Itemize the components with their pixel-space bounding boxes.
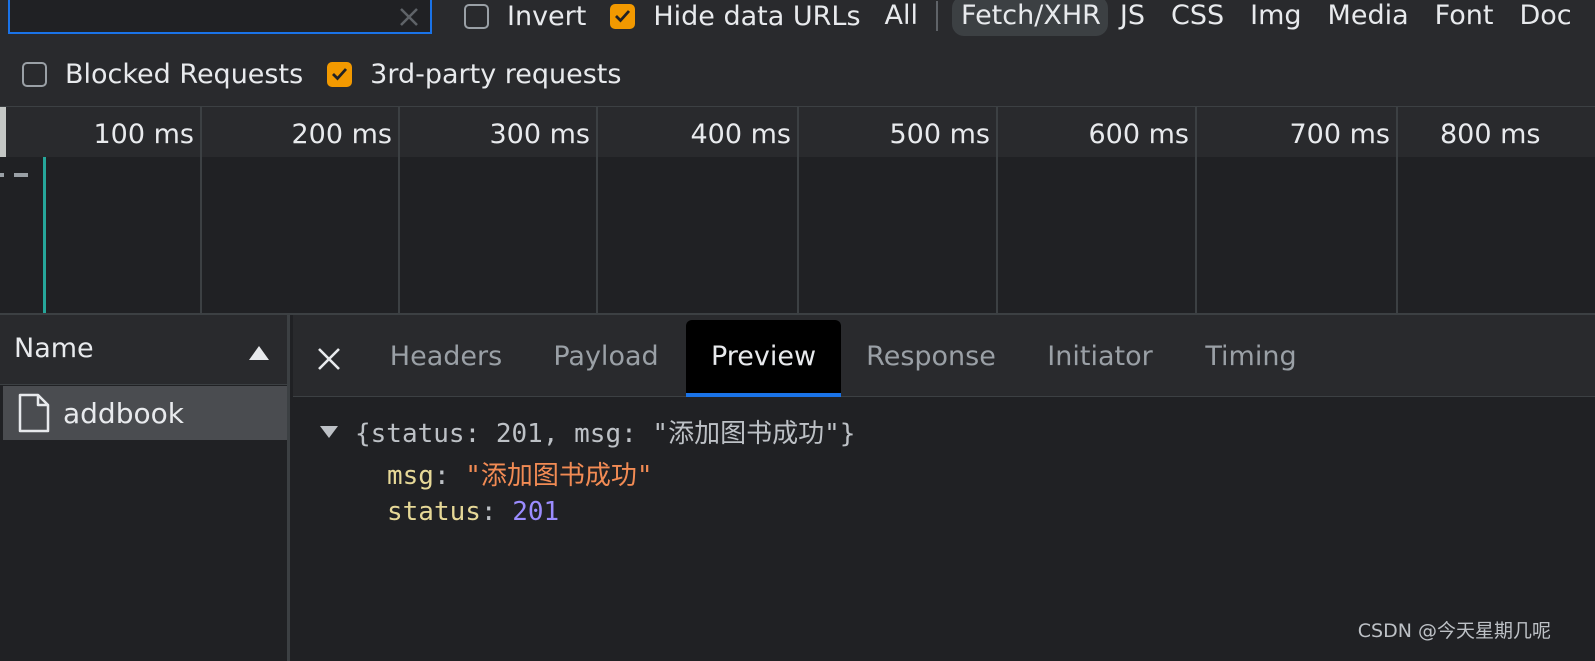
type-filter-media[interactable]: Media (1328, 0, 1409, 36)
invert-label: Invert (507, 0, 587, 32)
timeline-grid-line (398, 107, 400, 313)
blocked-requests-checkbox[interactable] (22, 61, 47, 87)
json-object-summary[interactable]: {status: 201, msg: "添加图书成功"} (355, 413, 855, 450)
tab-payload[interactable]: Payload (539, 315, 673, 397)
tab-headers[interactable]: Headers (375, 315, 517, 397)
json-property-msg: msg: "添加图书成功" (387, 461, 653, 491)
tab-preview[interactable]: Preview (686, 320, 841, 397)
timeline-grid-line (596, 107, 598, 313)
tab-response[interactable]: Response (853, 315, 1009, 397)
timeline-tick-label: 400 ms (690, 119, 792, 150)
type-filter-css[interactable]: CSS (1171, 0, 1224, 36)
timeline-grid-line (996, 107, 998, 313)
json-number-value: 201 (512, 497, 560, 527)
type-filter-js[interactable]: JS (1120, 0, 1145, 36)
request-details: Headers Payload Preview Response Initiat… (293, 315, 1595, 661)
name-column-label: Name (14, 333, 94, 364)
close-icon[interactable] (317, 347, 341, 371)
hide-data-urls-label: Hide data URLs (653, 0, 861, 32)
request-row[interactable]: addbook (3, 386, 287, 440)
name-column-header[interactable]: Name (0, 315, 287, 385)
third-party-label: 3rd-party requests (370, 58, 622, 90)
hide-data-urls-checkbox[interactable] (610, 3, 636, 29)
third-party-checkbox[interactable] (327, 61, 353, 87)
timeline-tick-label: 200 ms (291, 119, 393, 150)
invert-checkbox[interactable] (464, 3, 489, 29)
type-filter-font[interactable]: Font (1435, 0, 1494, 36)
timeline-grid-line (1396, 107, 1398, 313)
clear-filter-icon[interactable] (398, 6, 420, 28)
timeline-tick-label: 300 ms (489, 119, 591, 150)
file-icon (18, 393, 50, 433)
third-party-checkbox-group[interactable]: 3rd-party requests (327, 59, 621, 90)
timeline-marker (0, 173, 4, 177)
blocked-requests-label: Blocked Requests (65, 58, 304, 90)
waterfall-bar (43, 157, 46, 313)
watermark: CSDN @今天星期几呢 (1357, 620, 1551, 642)
type-filter-img[interactable]: Img (1250, 0, 1301, 36)
tab-timing[interactable]: Timing (1193, 315, 1309, 397)
timeline-grid-line (1195, 107, 1197, 313)
tab-initiator[interactable]: Initiator (1035, 315, 1165, 397)
timeline-start-handle[interactable] (0, 107, 6, 157)
timeline-tick-label: 800 ms (1440, 119, 1541, 150)
timeline-grid-line (797, 107, 799, 313)
blocked-requests-checkbox-group[interactable]: Blocked Requests (22, 59, 303, 90)
timeline-marker-dash (14, 173, 28, 177)
sort-ascending-icon[interactable] (248, 345, 270, 361)
request-list: Name addbook (0, 315, 290, 661)
type-filter-fetch-xhr[interactable]: Fetch/XHR (952, 0, 1108, 36)
type-filter-divider (936, 1, 939, 31)
hide-data-urls-checkbox-group[interactable]: Hide data URLs (610, 0, 861, 32)
timeline-grid-line (200, 107, 202, 313)
details-tabbar: Headers Payload Preview Response Initiat… (293, 315, 1595, 397)
overview-timeline[interactable]: 100 ms 200 ms 300 ms 400 ms 500 ms 600 m… (0, 107, 1595, 315)
timeline-tick-label: 700 ms (1289, 119, 1391, 150)
request-name: addbook (63, 397, 184, 430)
timeline-tick-label: 500 ms (889, 119, 991, 150)
filter-toolbar: Invert Hide data URLs All Fetch/XHR JS C… (0, 0, 1595, 107)
timeline-tick-label: 600 ms (1088, 119, 1190, 150)
json-property-status: status: 201 (387, 497, 560, 527)
json-key: msg (387, 461, 434, 491)
json-key: status (387, 497, 481, 527)
filter-input[interactable] (8, 0, 432, 34)
json-string-value: "添加图书成功" (465, 461, 653, 491)
type-filter-doc[interactable]: Doc (1519, 0, 1571, 36)
invert-checkbox-group[interactable]: Invert (464, 1, 586, 32)
timeline-tick-label: 100 ms (93, 119, 195, 150)
type-filter-all[interactable]: All (885, 0, 918, 36)
collapse-triangle-icon[interactable] (319, 425, 339, 439)
